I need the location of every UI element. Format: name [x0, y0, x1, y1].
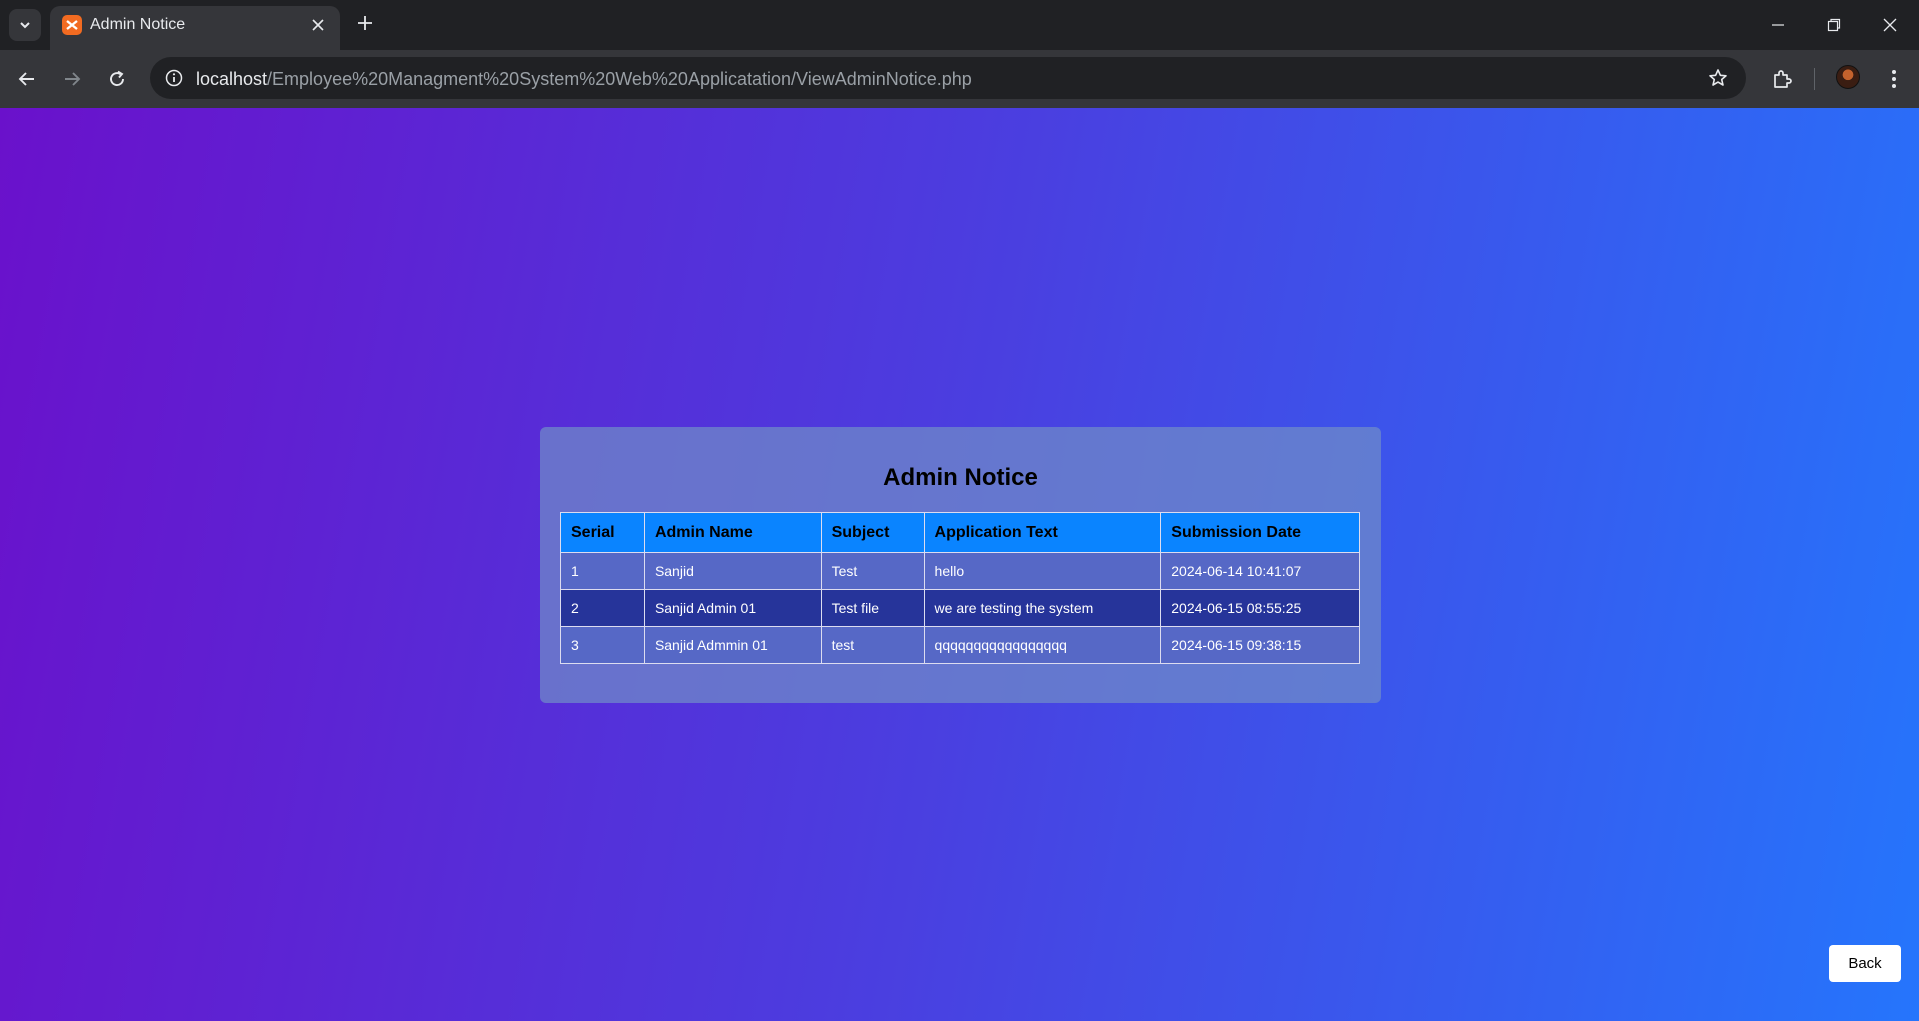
cell-admin-name: Sanjid Admmin 01: [643, 626, 822, 664]
toolbar-divider: [1814, 68, 1815, 90]
header-submission-date: Submission Date: [1160, 512, 1360, 553]
close-icon: [1883, 18, 1897, 32]
back-nav-button[interactable]: [11, 63, 43, 95]
header-application-text: Application Text: [923, 512, 1162, 553]
cell-serial: 1: [560, 552, 645, 590]
restore-icon: [1827, 18, 1841, 32]
cell-serial: 3: [560, 626, 645, 664]
tab-title: Admin Notice: [90, 16, 186, 33]
header-subject: Subject: [820, 512, 925, 553]
url-path: /Employee%20Managment%20System%20Web%20A…: [267, 69, 972, 89]
cell-subject: test: [820, 626, 925, 664]
cell-application-text: qqqqqqqqqqqqqqqqq: [923, 626, 1162, 664]
back-button[interactable]: Back: [1829, 945, 1901, 982]
cell-serial: 2: [560, 589, 645, 627]
xampp-favicon-icon: [62, 15, 82, 35]
more-vertical-icon: [1892, 70, 1896, 88]
cell-application-text: hello: [923, 552, 1162, 590]
table-row: 1 Sanjid Test hello 2024-06-14 10:41:07: [560, 552, 1360, 590]
cell-submission-date: 2024-06-15 09:38:15: [1160, 626, 1360, 664]
reload-button[interactable]: [101, 63, 133, 95]
header-serial: Serial: [560, 512, 645, 553]
profile-avatar[interactable]: [1836, 65, 1860, 89]
arrow-right-icon: [65, 72, 81, 86]
table-row: 2 Sanjid Admin 01 Test file we are testi…: [560, 589, 1360, 627]
site-info-icon[interactable]: [160, 64, 188, 92]
cell-subject: Test file: [820, 589, 925, 627]
cell-application-text: we are testing the system: [923, 589, 1162, 627]
tab-search-button[interactable]: [9, 9, 41, 41]
reload-icon: [110, 70, 124, 86]
notice-card: Admin Notice Serial Admin Name Subject A…: [540, 427, 1381, 703]
cell-subject: Test: [820, 552, 925, 590]
chevron-down-icon: [20, 22, 30, 29]
restore-button[interactable]: [1806, 0, 1862, 50]
cell-admin-name: Sanjid: [643, 552, 822, 590]
puzzle-icon: [1774, 70, 1792, 88]
table-header-row: Serial Admin Name Subject Application Te…: [560, 512, 1360, 553]
cell-admin-name: Sanjid Admin 01: [643, 589, 822, 627]
page-title: Admin Notice: [883, 464, 1038, 491]
minimize-button[interactable]: [1750, 0, 1806, 50]
page-viewport: Admin Notice Serial Admin Name Subject A…: [0, 108, 1919, 1021]
bookmark-star-icon[interactable]: [1704, 64, 1732, 92]
header-admin-name: Admin Name: [643, 512, 822, 553]
extensions-button[interactable]: [1766, 63, 1798, 95]
cell-submission-date: 2024-06-15 08:55:25: [1160, 589, 1360, 627]
browser-toolbar: localhost/Employee%20Managment%20System%…: [0, 50, 1919, 108]
forward-nav-button[interactable]: [56, 63, 88, 95]
plus-icon: [358, 16, 372, 30]
table-row: 3 Sanjid Admmin 01 test qqqqqqqqqqqqqqqq…: [560, 626, 1360, 664]
minimize-icon: [1772, 24, 1784, 26]
url-text: localhost/Employee%20Managment%20System%…: [196, 69, 972, 90]
tab-strip: Admin Notice: [0, 0, 1919, 50]
close-tab-icon[interactable]: [306, 13, 330, 37]
arrow-left-icon: [18, 72, 34, 86]
new-tab-button[interactable]: [351, 9, 379, 37]
address-bar[interactable]: localhost/Employee%20Managment%20System%…: [150, 57, 1746, 99]
close-window-button[interactable]: [1862, 0, 1918, 50]
notice-table: Serial Admin Name Subject Application Te…: [560, 512, 1360, 664]
browser-tab[interactable]: Admin Notice: [50, 6, 340, 50]
chrome-menu-button[interactable]: [1878, 63, 1910, 95]
cell-submission-date: 2024-06-14 10:41:07: [1160, 552, 1360, 590]
url-host: localhost: [196, 69, 268, 89]
